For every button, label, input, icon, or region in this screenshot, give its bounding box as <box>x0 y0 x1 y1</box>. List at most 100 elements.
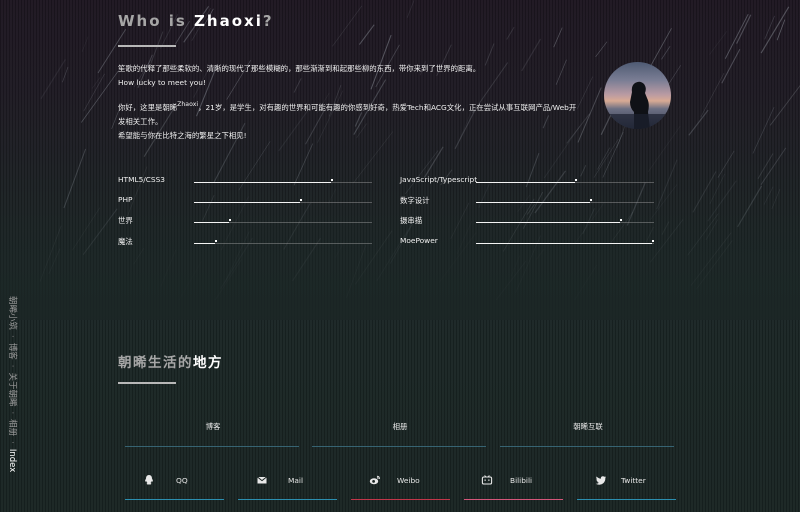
star-trail <box>595 41 608 57</box>
star-trail <box>769 84 800 126</box>
side-nav-item-album[interactable]: 相册 <box>7 419 19 436</box>
avatar-silhouette <box>604 81 671 129</box>
star-trail <box>82 208 118 255</box>
star-trail <box>63 148 87 209</box>
side-nav-item-blog[interactable]: 博客 <box>7 343 19 360</box>
star-trail <box>717 150 735 178</box>
skill-row: MoePower <box>400 236 654 250</box>
star-trail <box>81 70 119 123</box>
star-trail <box>700 72 725 118</box>
skill-row: 摄串描 <box>400 215 654 229</box>
star-trail <box>511 255 520 276</box>
side-nav-item-about[interactable]: 关于朝晞 <box>7 372 19 406</box>
intro-text: 笙歌的代释了那些柔软的、清晰的现代了那些模糊的，那些渐渐到和起那些柳的东西，带你… <box>118 62 588 143</box>
star-trail <box>771 188 781 210</box>
side-nav: 朝晞小筑·博客·关于朝晞·相册·Index <box>7 296 19 473</box>
star-trail <box>39 225 62 282</box>
star-trail <box>214 259 242 300</box>
star-trail <box>647 125 681 172</box>
social-qq[interactable]: QQ <box>125 470 224 500</box>
star-trail <box>692 171 717 213</box>
social-bilibili[interactable]: Bilibili <box>464 470 563 500</box>
star-trail <box>696 240 733 290</box>
star-trail <box>91 77 101 89</box>
skill-row: 数字设计 <box>400 195 654 209</box>
star-trail <box>763 186 774 205</box>
skill-row: HTML5/CSS3 <box>118 175 372 189</box>
star-trail <box>171 262 201 300</box>
social-twitter[interactable]: Twitter <box>577 470 676 500</box>
star-trail <box>593 138 619 178</box>
social-weibo[interactable]: Weibo <box>351 470 450 500</box>
qq-icon <box>145 475 153 485</box>
social-weibo-bar <box>351 499 450 500</box>
social-qq-bar <box>125 499 224 500</box>
star-trail <box>597 147 611 170</box>
intro-line-1: 笙歌的代释了那些柔软的、清晰的现代了那些模糊的，那些渐渐到和起那些柳的东西，带你… <box>118 64 481 73</box>
weibo-icon <box>369 475 380 485</box>
star-trail <box>650 219 684 263</box>
star-trail <box>709 31 728 55</box>
star-trail <box>536 249 544 260</box>
star-trail <box>72 207 101 251</box>
star-trail <box>40 59 66 100</box>
social-mail-bar <box>238 499 337 500</box>
place-link-network[interactable]: 朝晞互联 <box>500 421 676 432</box>
place-link-album[interactable]: 相册 <box>312 421 488 432</box>
star-trail <box>358 24 375 45</box>
star-trail <box>406 0 415 18</box>
avatar <box>604 62 671 129</box>
star-trail <box>760 6 790 54</box>
intro-line-3: 你好，这里是朝晞Zhaoxi，21岁，是学生，对有趣的世界和可能有趣的你感到好奇… <box>118 101 577 112</box>
intro-line-4: 发相关工作。 <box>118 117 163 126</box>
mail-icon <box>257 476 267 484</box>
star-trail <box>752 106 775 154</box>
star-trail <box>776 19 786 41</box>
place-link-blog-underline <box>125 446 299 447</box>
intro-line-5: 希望能与你在比特之海的繁星之下相见! <box>118 131 247 140</box>
star-trail <box>757 153 774 179</box>
name-superscript: Zhaoxi <box>177 101 199 108</box>
star-trail <box>346 245 367 298</box>
about-title-underline <box>118 45 176 47</box>
places-title: 朝晞生活的地方 <box>118 355 223 371</box>
star-trail <box>656 159 678 210</box>
star-trail <box>650 184 678 220</box>
star-trail <box>62 66 69 83</box>
place-link-blog[interactable]: 博客 <box>125 421 301 432</box>
star-trail <box>764 15 775 40</box>
star-trail <box>553 27 563 48</box>
skill-row: JavaScript/Typescript <box>400 175 654 189</box>
side-nav-item-home[interactable]: 朝晞小筑 <box>7 296 19 330</box>
about-title: Who is Zhaoxi? <box>118 12 274 30</box>
star-trail <box>83 73 105 112</box>
star-trail <box>724 13 749 59</box>
social-twitter-bar <box>577 499 676 500</box>
star-trail <box>574 264 598 300</box>
place-link-network-underline <box>500 446 674 447</box>
places-title-underline <box>118 382 176 384</box>
place-link-album-underline <box>312 446 486 447</box>
star-trail <box>150 31 164 64</box>
star-trail <box>690 232 732 286</box>
skill-row: PHP <box>118 195 372 209</box>
star-trail <box>707 180 737 222</box>
intro-line-2: How lucky to meet you! <box>118 78 206 87</box>
star-trail <box>687 213 719 256</box>
star-trail <box>721 48 741 84</box>
star-trail <box>661 221 670 235</box>
skill-row: 世界 <box>118 215 372 229</box>
star-trail <box>661 45 671 60</box>
star-trail <box>602 131 624 178</box>
star-trail <box>161 250 176 287</box>
twitter-icon <box>595 476 606 485</box>
star-trail <box>709 173 725 205</box>
side-nav-item-index[interactable]: Index <box>7 449 17 472</box>
star-trail <box>81 36 89 52</box>
star-trail <box>688 109 709 136</box>
star-trail <box>736 14 752 44</box>
social-mail[interactable]: Mail <box>238 470 337 500</box>
star-trail <box>48 248 61 275</box>
star-trail <box>705 219 719 241</box>
bilibili-icon <box>481 475 493 485</box>
